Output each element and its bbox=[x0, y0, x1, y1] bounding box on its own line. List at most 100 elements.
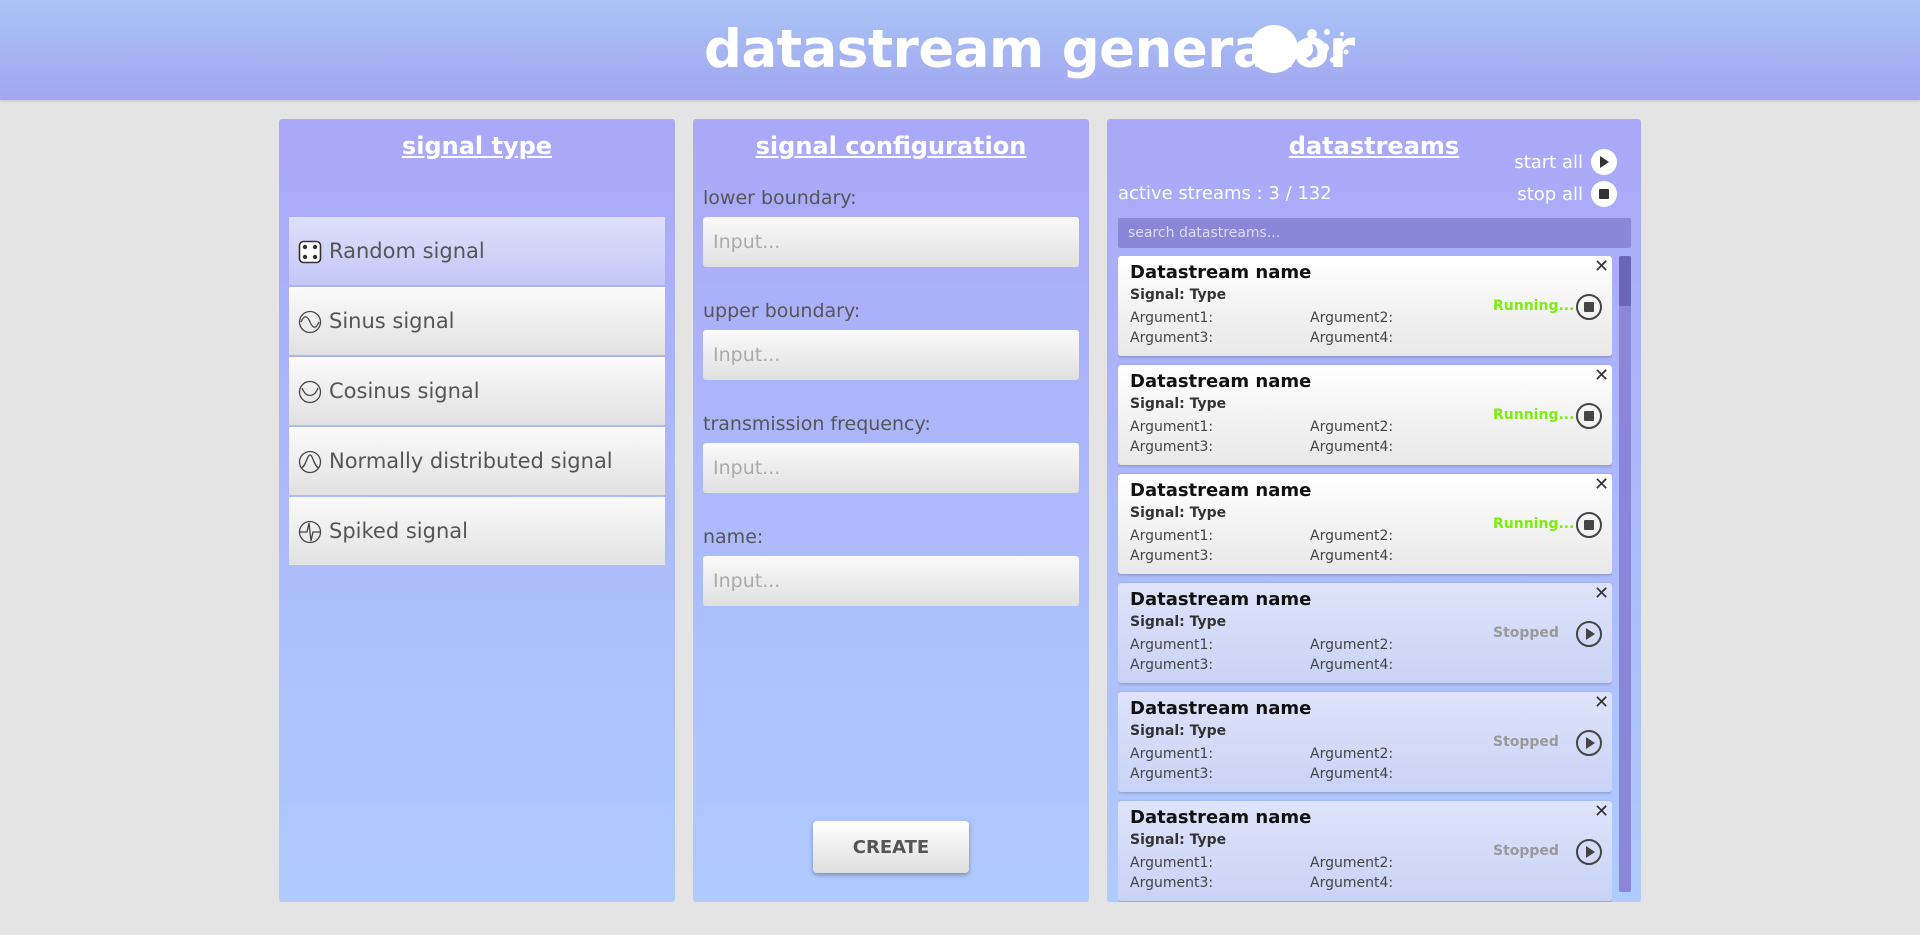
signal-configuration-title: signal configuration bbox=[755, 132, 1027, 160]
signal-type-label: Sinus signal bbox=[329, 309, 455, 333]
signal-type-list: Random signal Sinus signal Cosinus signa… bbox=[289, 217, 665, 567]
bubbles-logo-icon bbox=[1252, 25, 1349, 73]
datastream-argument1: Argument1: bbox=[1130, 637, 1214, 653]
datastream-card: Datastream name Signal: Type Argument1: … bbox=[1118, 474, 1612, 574]
datastream-name: Datastream name bbox=[1130, 480, 1312, 501]
datastream-list: Datastream name Signal: Type Argument1: … bbox=[1118, 256, 1612, 902]
datastream-signal-type: Signal: Type bbox=[1130, 832, 1227, 848]
datastream-card: Datastream name Signal: Type Argument1: … bbox=[1118, 692, 1612, 792]
lower-boundary-label: lower boundary: bbox=[703, 187, 857, 209]
signal-type-label: Cosinus signal bbox=[329, 379, 480, 403]
signal-type-panel: signal type Random signal Sinus signal C… bbox=[279, 119, 675, 902]
scrollbar-thumb[interactable] bbox=[1619, 256, 1631, 306]
stop-stream-icon[interactable] bbox=[1575, 293, 1603, 321]
signal-type-sinus[interactable]: Sinus signal bbox=[289, 287, 665, 355]
datastream-card: Datastream name Signal: Type Argument1: … bbox=[1118, 583, 1612, 683]
datastream-argument4: Argument4: bbox=[1310, 657, 1394, 673]
datastream-status: Stopped bbox=[1493, 843, 1559, 859]
datastream-argument3: Argument3: bbox=[1130, 548, 1214, 564]
datastream-status: Running... bbox=[1493, 516, 1575, 532]
datastream-status: Running... bbox=[1493, 298, 1575, 314]
create-button[interactable]: CREATE bbox=[813, 821, 969, 873]
datastream-argument4: Argument4: bbox=[1310, 875, 1394, 891]
close-icon[interactable]: ✕ bbox=[1594, 257, 1609, 277]
upper-boundary-label: upper boundary: bbox=[703, 300, 861, 322]
datastream-argument1: Argument1: bbox=[1130, 855, 1214, 871]
stop-all-button[interactable]: stop all bbox=[1517, 181, 1617, 207]
close-icon[interactable]: ✕ bbox=[1594, 693, 1609, 713]
signal-type-label: Random signal bbox=[329, 239, 485, 263]
spike-icon bbox=[298, 520, 322, 544]
stop-stream-icon[interactable] bbox=[1575, 511, 1603, 539]
datastream-argument4: Argument4: bbox=[1310, 548, 1394, 564]
close-icon[interactable]: ✕ bbox=[1594, 802, 1609, 822]
play-icon bbox=[1591, 149, 1617, 175]
close-icon[interactable]: ✕ bbox=[1594, 475, 1609, 495]
search-datastreams-input[interactable] bbox=[1118, 218, 1631, 248]
sine-wave-icon bbox=[298, 310, 322, 334]
name-input[interactable] bbox=[703, 556, 1079, 606]
datastream-signal-type: Signal: Type bbox=[1130, 287, 1227, 303]
transmission-frequency-label: transmission frequency: bbox=[703, 413, 931, 435]
datastream-name: Datastream name bbox=[1130, 807, 1312, 828]
datastream-argument2: Argument2: bbox=[1310, 746, 1394, 762]
datastream-signal-type: Signal: Type bbox=[1130, 614, 1227, 630]
signal-type-cosinus[interactable]: Cosinus signal bbox=[289, 357, 665, 425]
signal-type-title: signal type bbox=[401, 132, 553, 160]
datastream-argument2: Argument2: bbox=[1310, 855, 1394, 871]
stop-all-label: stop all bbox=[1517, 183, 1583, 205]
signal-configuration-panel: signal configuration lower boundary: upp… bbox=[693, 119, 1089, 902]
signal-type-random[interactable]: Random signal bbox=[289, 217, 665, 285]
datastream-argument3: Argument3: bbox=[1130, 657, 1214, 673]
datastream-signal-type: Signal: Type bbox=[1130, 396, 1227, 412]
datastream-argument1: Argument1: bbox=[1130, 746, 1214, 762]
datastream-argument4: Argument4: bbox=[1310, 439, 1394, 455]
play-stream-icon[interactable] bbox=[1575, 620, 1603, 648]
datastream-argument1: Argument1: bbox=[1130, 419, 1214, 435]
play-stream-icon[interactable] bbox=[1575, 838, 1603, 866]
start-all-label: start all bbox=[1514, 151, 1583, 173]
datastreams-panel: datastreams start all stop all active st… bbox=[1107, 119, 1641, 902]
datastream-argument3: Argument3: bbox=[1130, 766, 1214, 782]
datastream-name: Datastream name bbox=[1130, 698, 1312, 719]
play-stream-icon[interactable] bbox=[1575, 729, 1603, 757]
app-header: datastream generator bbox=[0, 0, 1920, 100]
datastream-argument3: Argument3: bbox=[1130, 875, 1214, 891]
datastream-scrollbar[interactable] bbox=[1619, 256, 1631, 892]
stop-stream-icon[interactable] bbox=[1575, 402, 1603, 430]
active-streams-count: active streams : 3 / 132 bbox=[1118, 183, 1332, 204]
datastream-argument3: Argument3: bbox=[1130, 330, 1214, 346]
datastream-status: Stopped bbox=[1493, 625, 1559, 641]
datastream-argument2: Argument2: bbox=[1310, 637, 1394, 653]
datastream-name: Datastream name bbox=[1130, 589, 1312, 610]
datastream-status: Running... bbox=[1493, 407, 1575, 423]
datastream-argument2: Argument2: bbox=[1310, 310, 1394, 326]
datastream-argument4: Argument4: bbox=[1310, 330, 1394, 346]
datastream-signal-type: Signal: Type bbox=[1130, 723, 1227, 739]
cosine-wave-icon bbox=[298, 380, 322, 404]
datastream-name: Datastream name bbox=[1130, 262, 1312, 283]
transmission-frequency-input[interactable] bbox=[703, 443, 1079, 493]
lower-boundary-input[interactable] bbox=[703, 217, 1079, 267]
close-icon[interactable]: ✕ bbox=[1594, 584, 1609, 604]
datastream-argument2: Argument2: bbox=[1310, 528, 1394, 544]
datastream-status: Stopped bbox=[1493, 734, 1559, 750]
bell-curve-icon bbox=[298, 450, 322, 474]
datastream-signal-type: Signal: Type bbox=[1130, 505, 1227, 521]
datastream-card: Datastream name Signal: Type Argument1: … bbox=[1118, 801, 1612, 901]
upper-boundary-input[interactable] bbox=[703, 330, 1079, 380]
datastream-card: Datastream name Signal: Type Argument1: … bbox=[1118, 365, 1612, 465]
datastream-argument4: Argument4: bbox=[1310, 766, 1394, 782]
signal-type-spiked[interactable]: Spiked signal bbox=[289, 497, 665, 565]
dice-icon bbox=[298, 240, 322, 264]
start-all-button[interactable]: start all bbox=[1514, 149, 1617, 175]
name-label: name: bbox=[703, 526, 764, 548]
signal-type-normal[interactable]: Normally distributed signal bbox=[289, 427, 665, 495]
signal-type-label: Spiked signal bbox=[329, 519, 468, 543]
datastream-argument1: Argument1: bbox=[1130, 310, 1214, 326]
datastream-card: Datastream name Signal: Type Argument1: … bbox=[1118, 256, 1612, 356]
signal-type-label: Normally distributed signal bbox=[329, 449, 613, 473]
close-icon[interactable]: ✕ bbox=[1594, 366, 1609, 386]
datastream-argument3: Argument3: bbox=[1130, 439, 1214, 455]
datastream-argument1: Argument1: bbox=[1130, 528, 1214, 544]
